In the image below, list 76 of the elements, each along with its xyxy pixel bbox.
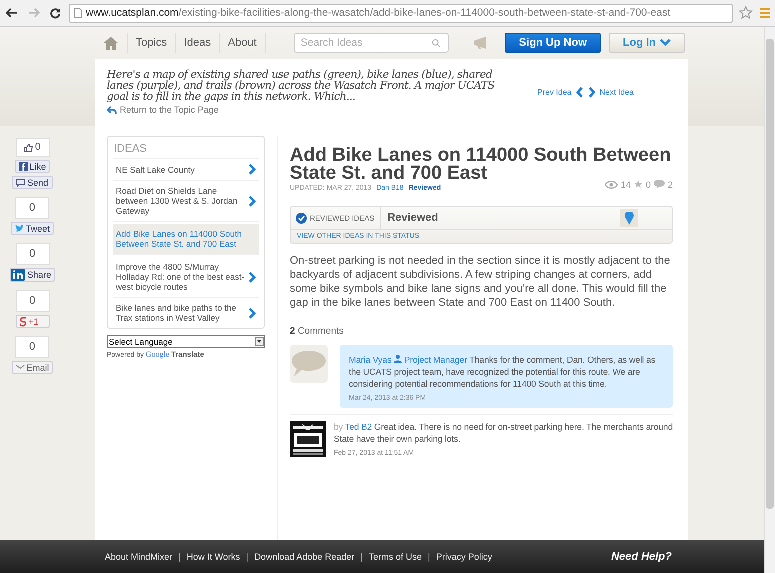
address-bar[interactable]: www.ucatsplan.com/existing-bike-facilities-along-the-wasatch/add-bike-lanes-on-114000-south-between-state-st-and-700-east — [69, 4, 733, 22]
share-button[interactable]: Share — [10, 268, 55, 282]
search-icon — [432, 39, 441, 48]
back-button[interactable] — [4, 6, 20, 20]
comment-text: by Ted B2 Great idea. There is no need for on-street parking here. The merchants around State have their own parking lots. — [334, 421, 673, 445]
eye-icon — [604, 180, 618, 188]
map-pin-icon — [624, 212, 634, 224]
tweet-button[interactable]: Tweet — [10, 222, 54, 235]
chevron-right-icon — [249, 308, 256, 318]
separator: | — [360, 552, 363, 562]
footer-link[interactable]: Download Adobe Reader — [254, 552, 355, 562]
nav-link[interactable]: Topics — [128, 33, 176, 53]
star-icon — [634, 180, 643, 189]
separator: | — [428, 552, 430, 562]
prev-next-arrows-icon — [576, 86, 596, 98]
chat-icon — [16, 178, 26, 186]
footer-link[interactable]: Terms of Use — [368, 552, 422, 562]
sign-up-button[interactable]: Sign Up Now — [505, 33, 601, 53]
google-logo: Google — [146, 350, 170, 359]
share-count: 0 — [15, 197, 50, 219]
chevron-right-icon — [249, 196, 256, 206]
separator: | — [178, 552, 181, 562]
linkedin-icon — [11, 269, 26, 281]
return-arrow-icon — [107, 106, 117, 114]
share-count: 0 — [16, 243, 50, 265]
nav-link[interactable]: Ideas — [176, 33, 220, 53]
chevron-right-icon — [249, 164, 256, 175]
panel-heading: IDEAS — [113, 137, 259, 159]
next-idea-link[interactable]: Next Idea — [600, 88, 634, 96]
footer-link[interactable]: How It Works — [186, 552, 240, 562]
envelope-icon — [16, 364, 25, 370]
idea-list-item[interactable]: Road Diet on Shields Lane between 1300 West & S. Jordan Gateway — [113, 181, 259, 222]
idea-list-item[interactable]: Improve the 4800 S/Murray Holladay Rd: one of the best east-west bicycle routes — [113, 257, 259, 298]
menu-icon[interactable] — [759, 7, 771, 19]
person-icon — [394, 355, 402, 363]
idea-list-item[interactable]: Bike lanes and bike paths to the Trax stations in West Valley — [113, 298, 259, 328]
footer-link[interactable]: About MindMixer — [105, 552, 173, 562]
author-link[interactable]: Maria Vyas — [349, 355, 392, 365]
share-count: 0 — [15, 336, 50, 358]
home-icon — [103, 36, 119, 50]
separator: | — [246, 552, 249, 562]
share-count: 0 — [16, 290, 50, 312]
footer-link[interactable]: Privacy Policy — [436, 552, 492, 562]
bird-icon — [14, 224, 24, 232]
scrollbar[interactable] — [764, 27, 775, 573]
status-value: Reviewed — [386, 212, 440, 224]
language-select[interactable]: Select Language — [107, 335, 265, 348]
send-button[interactable]: Send — [12, 176, 53, 189]
comments-heading: Comments — [298, 326, 344, 337]
speech-bubble-icon — [654, 180, 665, 189]
comments-count: 2 — [290, 326, 296, 337]
author-link[interactable]: Ted B2 — [345, 422, 372, 432]
idea-list-item[interactable]: Add Bike Lanes on 114000 South Between State St. and 700 East — [113, 224, 259, 255]
page-icon — [74, 8, 82, 18]
help-link[interactable]: Need Help? — [611, 550, 672, 562]
share-count: 0 — [16, 138, 50, 157]
comment-text: Maria Vyas Project Manager Thanks for the comment, Dan. Others, as well as the UCATS project team, have recognized the potential for this route. We are considering potential recommendations for 11400 South at this time. — [349, 354, 657, 390]
speech-bubble-icon — [291, 350, 327, 378]
plus-one-button[interactable]: +1 — [16, 315, 50, 328]
check-circle-icon — [296, 212, 307, 224]
topic-description: Here's a map of existing shared use paths (green), bike lanes (blue), shared lanes (purple), and trails (brown) across the Wasatch Front. A major UCATS goal is to fill in the gaps in this network. Which... — [107, 69, 496, 102]
chevron-right-icon — [249, 272, 256, 282]
facebook-icon — [18, 162, 28, 171]
search-field[interactable]: Search Ideas — [294, 33, 449, 53]
email-button[interactable]: Email — [12, 361, 54, 374]
prev-idea-link[interactable]: Prev Idea — [538, 88, 572, 96]
forward-button[interactable] — [26, 6, 42, 20]
thumbs-up-icon — [24, 144, 34, 152]
return-link[interactable]: Return to the Topic Page — [107, 105, 517, 115]
chevron-down-icon — [660, 39, 671, 47]
nav-link[interactable]: About — [220, 33, 266, 53]
star-icon[interactable] — [739, 6, 753, 20]
like-button[interactable]: Like — [14, 160, 50, 173]
idea-description: On-street parking is not needed in the section since it is mostly adjacent to the backyards of adjacent subdivisions. A few striping changes at corners, add some bike symbols and bike lane signs and you're all done. This would fill the gap in the bike lanes between State and 700 East on 11400 South. — [290, 254, 672, 310]
reload-button[interactable] — [48, 6, 63, 20]
idea-list-item[interactable]: NE Salt Lake County — [113, 159, 259, 181]
